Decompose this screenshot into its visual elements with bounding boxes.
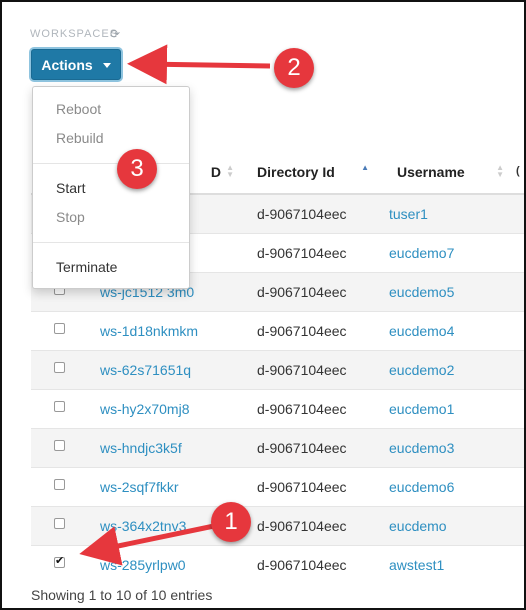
sort-icon: ▲ ▼ bbox=[496, 163, 504, 179]
row-extra bbox=[512, 467, 524, 507]
caret-down-icon bbox=[102, 62, 111, 68]
annotation-badge-1: 1 bbox=[211, 502, 251, 542]
row-checkbox[interactable] bbox=[54, 517, 65, 529]
table-info: Showing 1 to 10 of 10 entries bbox=[31, 587, 213, 603]
username-link[interactable]: eucdemo6 bbox=[389, 479, 454, 495]
directory-id: d-9067104eec bbox=[257, 557, 347, 573]
row-select[interactable] bbox=[31, 545, 87, 584]
row-extra bbox=[512, 506, 524, 546]
sort-ascending-icon: ▲ bbox=[361, 163, 369, 172]
username-link[interactable]: awstest1 bbox=[389, 557, 444, 573]
header-username-label: Username bbox=[397, 164, 465, 180]
menu-item-terminate[interactable]: Terminate bbox=[56, 259, 117, 275]
row-select[interactable] bbox=[31, 506, 87, 546]
row-select[interactable] bbox=[31, 350, 87, 390]
row-checkbox[interactable] bbox=[54, 322, 65, 334]
workspace-id-link[interactable]: ws-hndjc3k5f bbox=[100, 440, 182, 456]
menu-item-start[interactable]: Start bbox=[56, 180, 86, 196]
actions-button[interactable]: Actions bbox=[31, 49, 121, 80]
row-checkbox[interactable] bbox=[54, 439, 65, 451]
workspace-id-link[interactable]: ws-2sqf7fkkr bbox=[100, 479, 179, 495]
directory-id: d-9067104eec bbox=[257, 479, 347, 495]
directory-id: d-9067104eec bbox=[257, 518, 347, 534]
directory-id: d-9067104eec bbox=[257, 284, 347, 300]
header-username[interactable]: Username ▲ ▼ bbox=[377, 151, 512, 195]
header-directory-id[interactable]: Directory Id ▲ bbox=[242, 151, 377, 195]
username-link[interactable]: eucdemo3 bbox=[389, 440, 454, 456]
table-row[interactable]: ws-hndjc3k5f d-9067104eec eucdemo3 bbox=[31, 428, 524, 468]
menu-item-stop[interactable]: Stop bbox=[56, 209, 85, 225]
directory-id: d-9067104eec bbox=[257, 362, 347, 378]
row-extra bbox=[512, 389, 524, 429]
row-select[interactable] bbox=[31, 428, 87, 468]
table-row[interactable]: ws-364x2tnv3 d-9067104eec eucdemo bbox=[31, 506, 524, 546]
row-extra bbox=[512, 272, 524, 312]
row-extra bbox=[512, 193, 524, 234]
sort-icon: ▲ ▼ bbox=[226, 163, 234, 179]
row-extra bbox=[512, 545, 524, 584]
row-checkbox[interactable] bbox=[54, 478, 65, 490]
workspace-id-link[interactable]: ws-285yrlpw0 bbox=[100, 557, 186, 573]
workspace-id-link[interactable]: ws-hy2x70mj8 bbox=[100, 401, 189, 417]
table-row[interactable]: ws-hy2x70mj8 d-9067104eec eucdemo1 bbox=[31, 389, 524, 429]
row-extra bbox=[512, 233, 524, 273]
directory-id: d-9067104eec bbox=[257, 401, 347, 417]
row-extra bbox=[512, 350, 524, 390]
row-select[interactable] bbox=[31, 467, 87, 507]
header-workspace-id-label: D bbox=[210, 164, 221, 180]
refresh-icon[interactable]: ⟳ bbox=[110, 27, 120, 41]
username-link[interactable]: eucdemo2 bbox=[389, 362, 454, 378]
table-row[interactable]: ws-62s71651q d-9067104eec eucdemo2 bbox=[31, 350, 524, 390]
workspace-id-link[interactable]: ws-1d18nkmkm bbox=[100, 323, 198, 339]
username-link[interactable]: eucdemo bbox=[389, 518, 447, 534]
annotation-badge-3: 3 bbox=[117, 149, 157, 189]
directory-id: d-9067104eec bbox=[257, 323, 347, 339]
actions-dropdown-menu: Reboot Rebuild Start Stop Terminate bbox=[32, 86, 190, 289]
table-row[interactable]: ws-1d18nkmkm d-9067104eec eucdemo4 bbox=[31, 311, 524, 351]
annotation-badge-2: 2 bbox=[274, 48, 314, 88]
directory-id: d-9067104eec bbox=[257, 440, 347, 456]
header-extra[interactable]: ( bbox=[512, 151, 524, 195]
menu-divider bbox=[33, 242, 189, 243]
row-extra bbox=[512, 428, 524, 468]
table-row[interactable]: ws-285yrlpw0 d-9067104eec awstest1 bbox=[31, 545, 524, 584]
username-link[interactable]: eucdemo1 bbox=[389, 401, 454, 417]
row-select[interactable] bbox=[31, 311, 87, 351]
row-checkbox[interactable] bbox=[54, 400, 65, 412]
username-link[interactable]: eucdemo4 bbox=[389, 323, 454, 339]
username-link[interactable]: tuser1 bbox=[389, 206, 428, 222]
header-extra-label: ( bbox=[516, 165, 520, 177]
menu-item-reboot[interactable]: Reboot bbox=[56, 101, 101, 117]
menu-item-rebuild[interactable]: Rebuild bbox=[56, 130, 103, 146]
row-extra bbox=[512, 311, 524, 351]
header-directory-id-label: Directory Id bbox=[257, 164, 335, 180]
workspace-id-link[interactable]: ws-364x2tnv3 bbox=[100, 518, 186, 534]
row-checkbox[interactable] bbox=[54, 554, 65, 568]
arrow-2 bbox=[127, 44, 271, 85]
directory-id: d-9067104eec bbox=[257, 206, 347, 222]
row-checkbox[interactable] bbox=[54, 361, 65, 373]
username-link[interactable]: eucdemo7 bbox=[389, 245, 454, 261]
section-title: WORKSPACES bbox=[30, 28, 119, 40]
screenshot-frame: WORKSPACES ⟳ Actions D ▲ ▼ Directory Id ▲ bbox=[0, 0, 526, 610]
actions-button-label: Actions bbox=[41, 56, 93, 73]
workspace-id-link[interactable]: ws-62s71651q bbox=[100, 362, 191, 378]
username-link[interactable]: eucdemo5 bbox=[389, 284, 454, 300]
menu-divider bbox=[33, 163, 189, 164]
row-select[interactable] bbox=[31, 389, 87, 429]
directory-id: d-9067104eec bbox=[257, 245, 347, 261]
table-row[interactable]: ws-2sqf7fkkr d-9067104eec eucdemo6 bbox=[31, 467, 524, 507]
